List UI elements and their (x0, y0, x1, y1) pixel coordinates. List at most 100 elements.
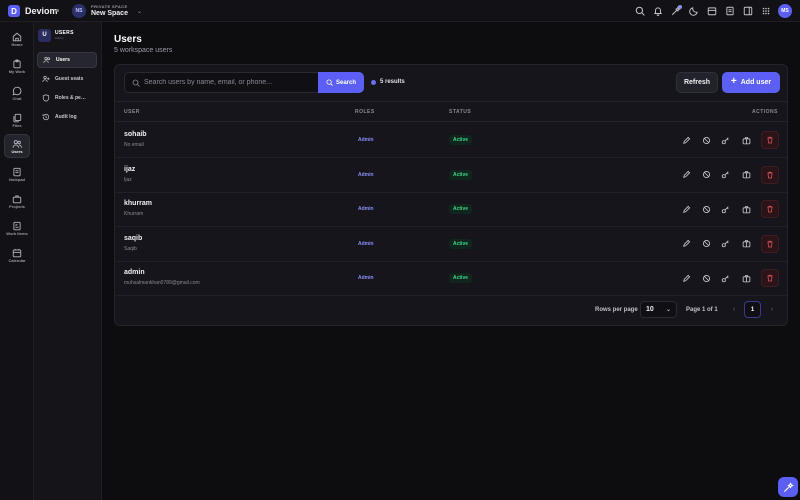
reset-password-button[interactable] (720, 135, 730, 145)
assign-projects-button[interactable] (741, 135, 751, 145)
calendar-icon (12, 248, 22, 257)
page-subtitle: 5 workspace users (114, 47, 173, 54)
results-label: 5 results (380, 79, 405, 85)
table-row: ijaz Ijaz Admin Active (115, 158, 787, 193)
role-badge[interactable]: Admin (358, 206, 374, 212)
edit-user-button[interactable] (681, 204, 691, 214)
left-rail: Home My Work Chat Files Users Notepad Pr… (0, 22, 34, 500)
briefcase-icon (742, 136, 751, 145)
edit-user-button[interactable] (681, 239, 691, 249)
rows-per-page-select[interactable]: 10 ⌄ (640, 301, 677, 318)
deactivate-user-button[interactable] (701, 273, 711, 283)
app-name: Deviom (25, 6, 58, 16)
rail-item-work-items[interactable]: Work Items (4, 216, 30, 240)
status-badge: Active (449, 204, 473, 215)
refresh-button[interactable]: Refresh (676, 72, 718, 93)
results-count: 5 results (371, 79, 405, 85)
subnav-item-guest-seats[interactable]: Guest seats (37, 71, 97, 87)
edit-user-button[interactable] (681, 135, 691, 145)
key-icon (721, 136, 730, 145)
trash-icon (766, 274, 774, 282)
user-detail: Saqib (124, 245, 137, 252)
chevron-down-icon: ⌄ (136, 8, 142, 15)
user-avatar[interactable]: MS (778, 4, 792, 18)
column-header-roles: ROLES (355, 109, 375, 115)
rail-item-chat[interactable]: Chat (4, 81, 30, 105)
search-icon[interactable] (634, 6, 645, 17)
search-field[interactable] (124, 72, 318, 93)
rail-item-home[interactable]: Home (4, 27, 30, 51)
deactivate-user-button[interactable] (701, 239, 711, 249)
delete-user-button[interactable] (761, 234, 779, 253)
subnav-subtitle: Admin (55, 35, 64, 40)
rail-item-my-work[interactable]: My Work (4, 54, 30, 78)
moon-icon[interactable] (688, 6, 699, 17)
edit-user-button[interactable] (681, 273, 691, 283)
page-number-button[interactable]: 1 (744, 301, 761, 318)
subnav-item-users[interactable]: Users (37, 52, 97, 68)
assign-projects-button[interactable] (741, 273, 751, 283)
role-badge[interactable]: Admin (358, 241, 374, 247)
brand[interactable]: D Deviom (8, 4, 58, 18)
reset-password-button[interactable] (720, 239, 730, 249)
rail-item-notepad[interactable]: Notepad (4, 162, 30, 186)
trash-icon (766, 171, 774, 179)
rows-per-page-label: Rows per page (595, 307, 638, 313)
rail-item-calendar[interactable]: Calendar (4, 243, 30, 267)
checklist-icon (13, 221, 21, 230)
add-user-button[interactable]: + Add user (722, 72, 780, 93)
results-dot-icon (371, 79, 376, 85)
panel-icon[interactable] (742, 6, 753, 17)
notification-dot (678, 4, 682, 9)
block-icon (702, 205, 711, 214)
status-badge: Active (449, 169, 473, 180)
users-subnav: U USERS Admin Users Guest seats Roles & … (34, 22, 102, 500)
subnav-item-audit-log[interactable]: Audit log (37, 109, 97, 125)
page-info: Page 1 of 1 (686, 307, 718, 313)
calendar-icon[interactable] (706, 6, 717, 17)
home-icon (12, 32, 22, 41)
reset-password-button[interactable] (720, 273, 730, 283)
deactivate-user-button[interactable] (701, 135, 711, 145)
edit-icon (682, 205, 691, 214)
delete-user-button[interactable] (761, 200, 779, 219)
edit-icon (682, 170, 691, 179)
status-badge: Active (449, 238, 473, 249)
subnav-item-roles[interactable]: Roles & pe… (37, 90, 97, 106)
notes-icon[interactable] (724, 6, 735, 17)
role-badge[interactable]: Admin (358, 137, 374, 143)
delete-user-button[interactable] (761, 269, 779, 288)
user-name: khurram (124, 200, 153, 208)
role-badge[interactable]: Admin (358, 172, 374, 178)
reset-password-button[interactable] (720, 204, 730, 214)
notepad-icon (13, 167, 21, 176)
edit-icon (682, 274, 691, 283)
deactivate-user-button[interactable] (701, 170, 711, 180)
search-button[interactable]: Search (318, 72, 364, 93)
workspace-avatar: NS (72, 4, 86, 18)
assistant-fab[interactable] (778, 477, 798, 497)
table-header: USER ROLES STATUS ACTIONS (115, 101, 787, 122)
user-detail: No email (124, 142, 144, 148)
reset-password-button[interactable] (720, 170, 730, 180)
workspace-switcher[interactable]: NS PRIVATE SPACE New Space ⌄ (70, 3, 146, 19)
rail-item-files[interactable]: Files (4, 108, 30, 132)
search-input[interactable] (144, 79, 314, 86)
next-page-button[interactable]: › (765, 302, 779, 317)
rail-item-users[interactable]: Users (4, 134, 30, 158)
assign-projects-button[interactable] (741, 204, 751, 214)
delete-user-button[interactable] (761, 131, 779, 149)
delete-user-button[interactable] (761, 165, 779, 184)
role-badge[interactable]: Admin (358, 275, 374, 281)
search-icon (326, 79, 333, 86)
sparkle-icon[interactable] (670, 4, 682, 17)
grid-icon[interactable] (760, 6, 771, 17)
rail-item-projects[interactable]: Projects (4, 189, 30, 213)
assign-projects-button[interactable] (741, 239, 751, 249)
edit-user-button[interactable] (681, 170, 691, 180)
assign-projects-button[interactable] (741, 170, 751, 180)
shield-icon (42, 94, 50, 102)
previous-page-button[interactable]: ‹ (727, 302, 741, 317)
deactivate-user-button[interactable] (701, 204, 711, 214)
bell-icon[interactable] (652, 6, 663, 17)
